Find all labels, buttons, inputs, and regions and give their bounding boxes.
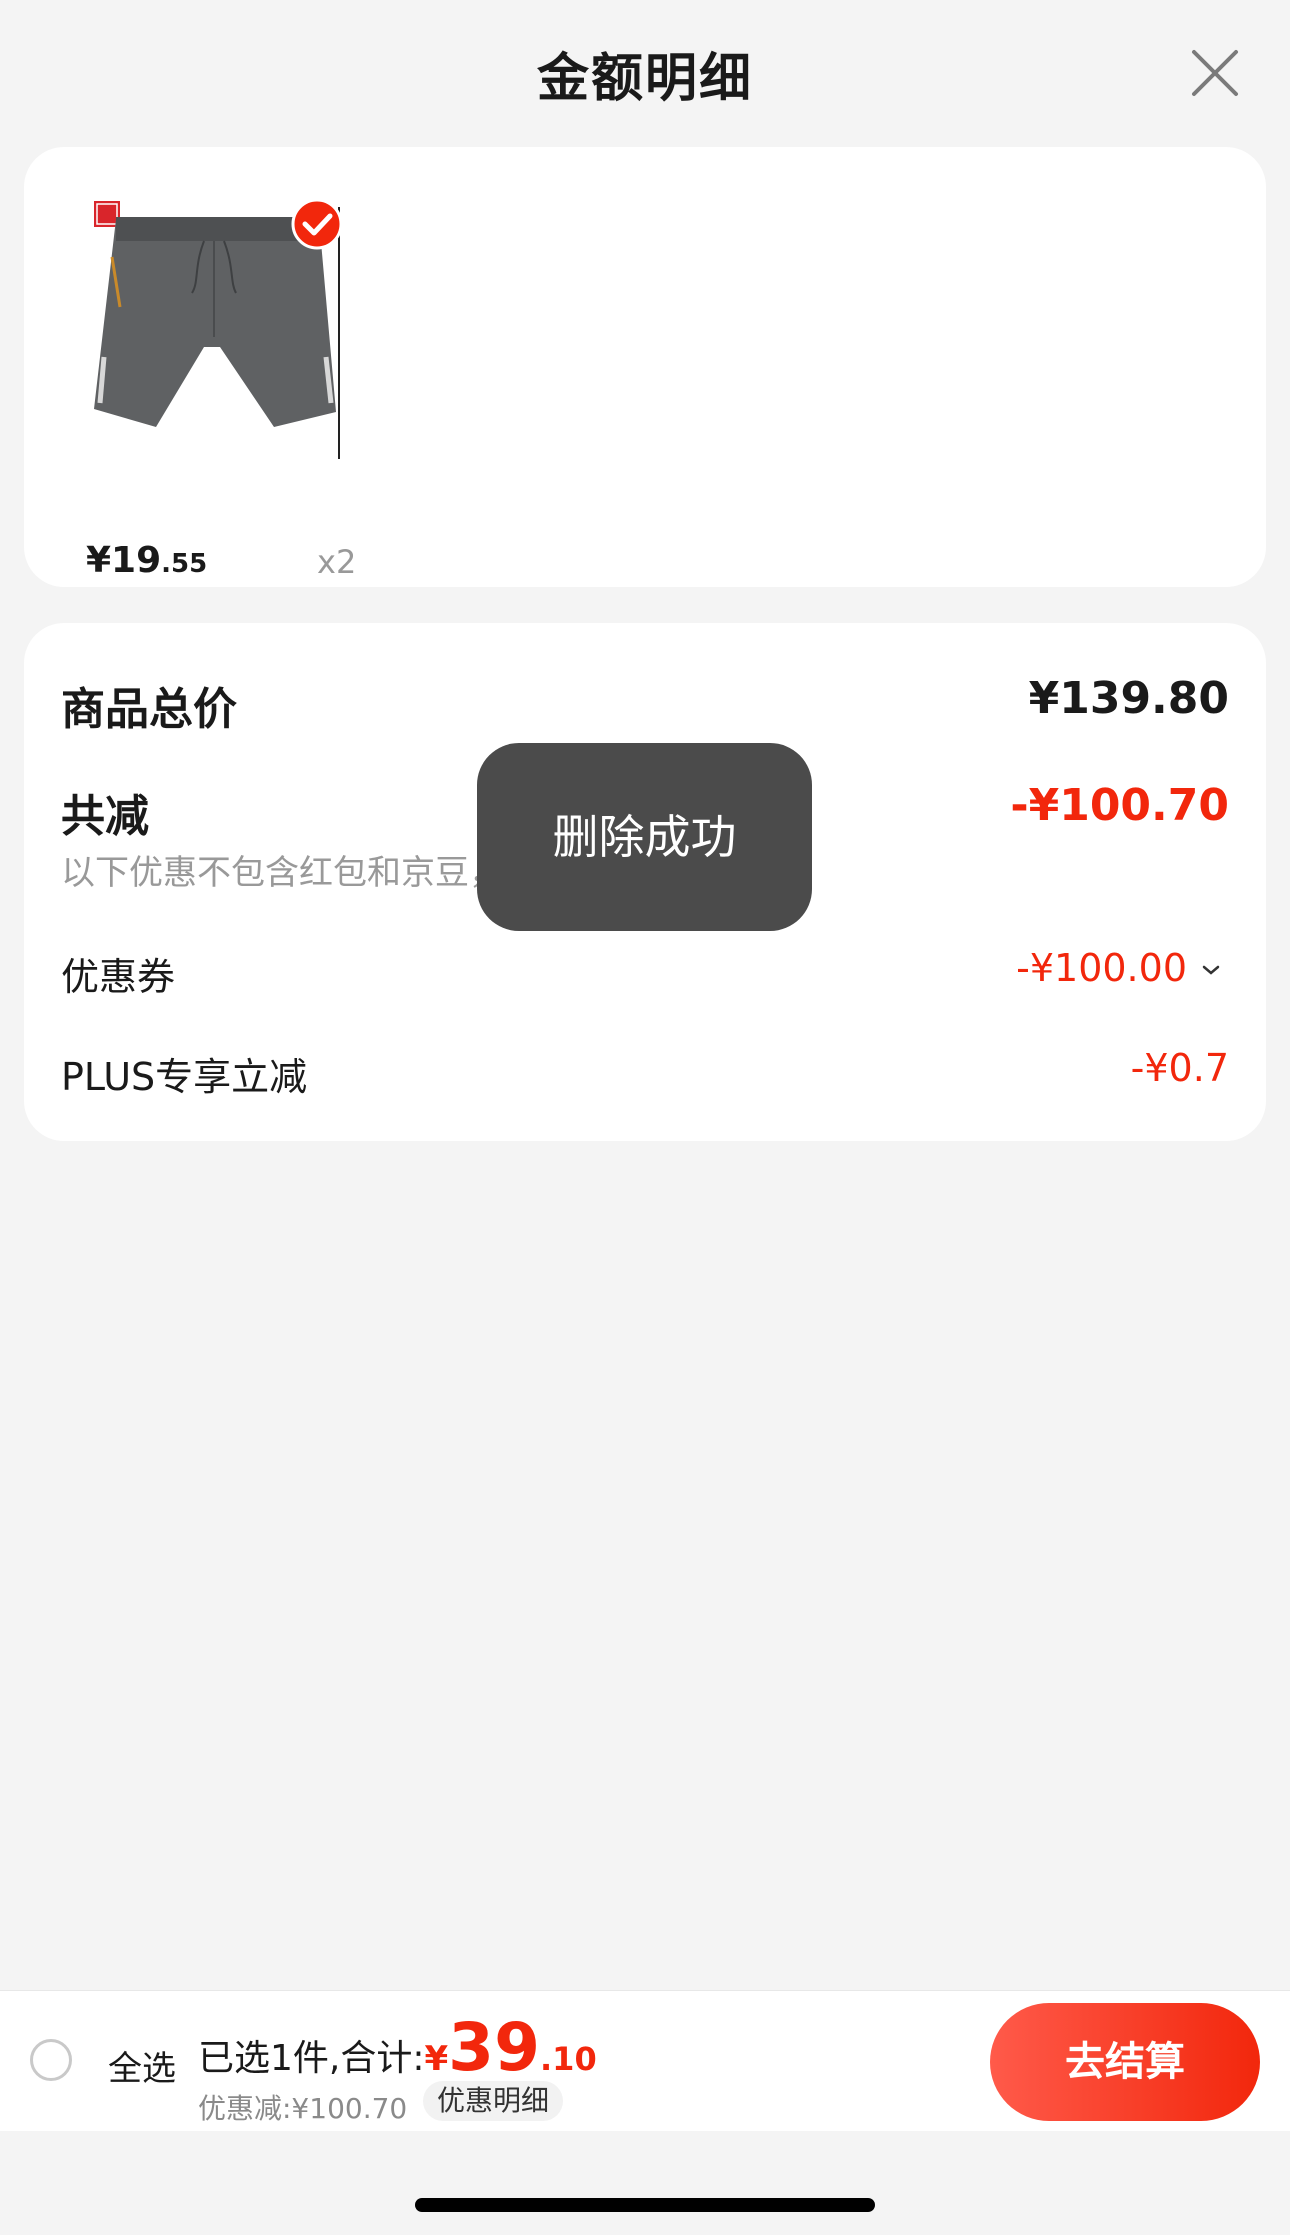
total-price: ¥39.10 — [424, 2009, 597, 2086]
chevron-down-icon[interactable] — [1201, 964, 1221, 976]
product-price: ¥19.55 — [86, 540, 208, 581]
product-card: ¥19.55 x2 — [24, 147, 1266, 587]
product-image[interactable] — [64, 197, 359, 459]
selected-check-icon — [291, 198, 343, 250]
selected-count: 已选1件,合计: — [198, 2038, 425, 2079]
close-icon[interactable] — [1188, 46, 1242, 100]
select-all-label[interactable]: 全选 — [108, 2041, 176, 2090]
goods-total-value: ¥139.80 — [1028, 673, 1229, 724]
home-indicator — [415, 2198, 875, 2212]
toast-message: 删除成功 — [477, 743, 812, 931]
checkout-button[interactable]: 去结算 — [990, 2003, 1260, 2121]
product-quantity: x2 — [317, 543, 357, 581]
goods-total-label: 商品总价 — [61, 684, 237, 735]
plus-value: -¥0.7 — [1130, 1046, 1229, 1090]
reduce-label: 共减 — [61, 791, 149, 842]
page-title: 金额明细 — [536, 49, 753, 109]
bottom-bar: 全选 已选1件,合计:¥39.10 优惠减:¥100.70 优惠明细 去结算 — [0, 1990, 1290, 2131]
plus-label: PLUS专享立减 — [61, 1055, 308, 1099]
sheet-header: 金额明细 — [0, 0, 1290, 145]
select-all-radio[interactable] — [30, 2039, 72, 2081]
product-item[interactable]: ¥19.55 x2 — [64, 197, 359, 607]
discount-detail-button[interactable]: 优惠明细 — [423, 2081, 564, 2121]
reduce-value: -¥100.70 — [1010, 780, 1229, 831]
coupon-value: -¥100.00 — [1016, 946, 1187, 990]
selection-summary: 已选1件,合计:¥39.10 — [198, 2009, 597, 2086]
discount-amount: 优惠减:¥100.70 — [198, 2092, 408, 2125]
coupon-label: 优惠券 — [61, 955, 176, 999]
